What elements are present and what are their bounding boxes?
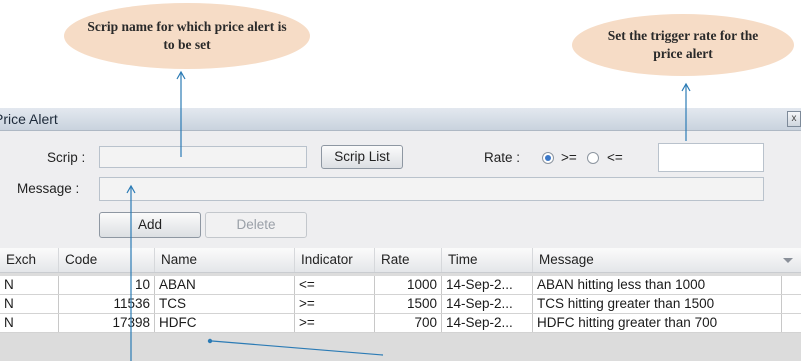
row-pointer-dot bbox=[207, 338, 213, 344]
callout-pointers bbox=[126, 70, 691, 361]
row-pointer-line bbox=[211, 340, 384, 356]
